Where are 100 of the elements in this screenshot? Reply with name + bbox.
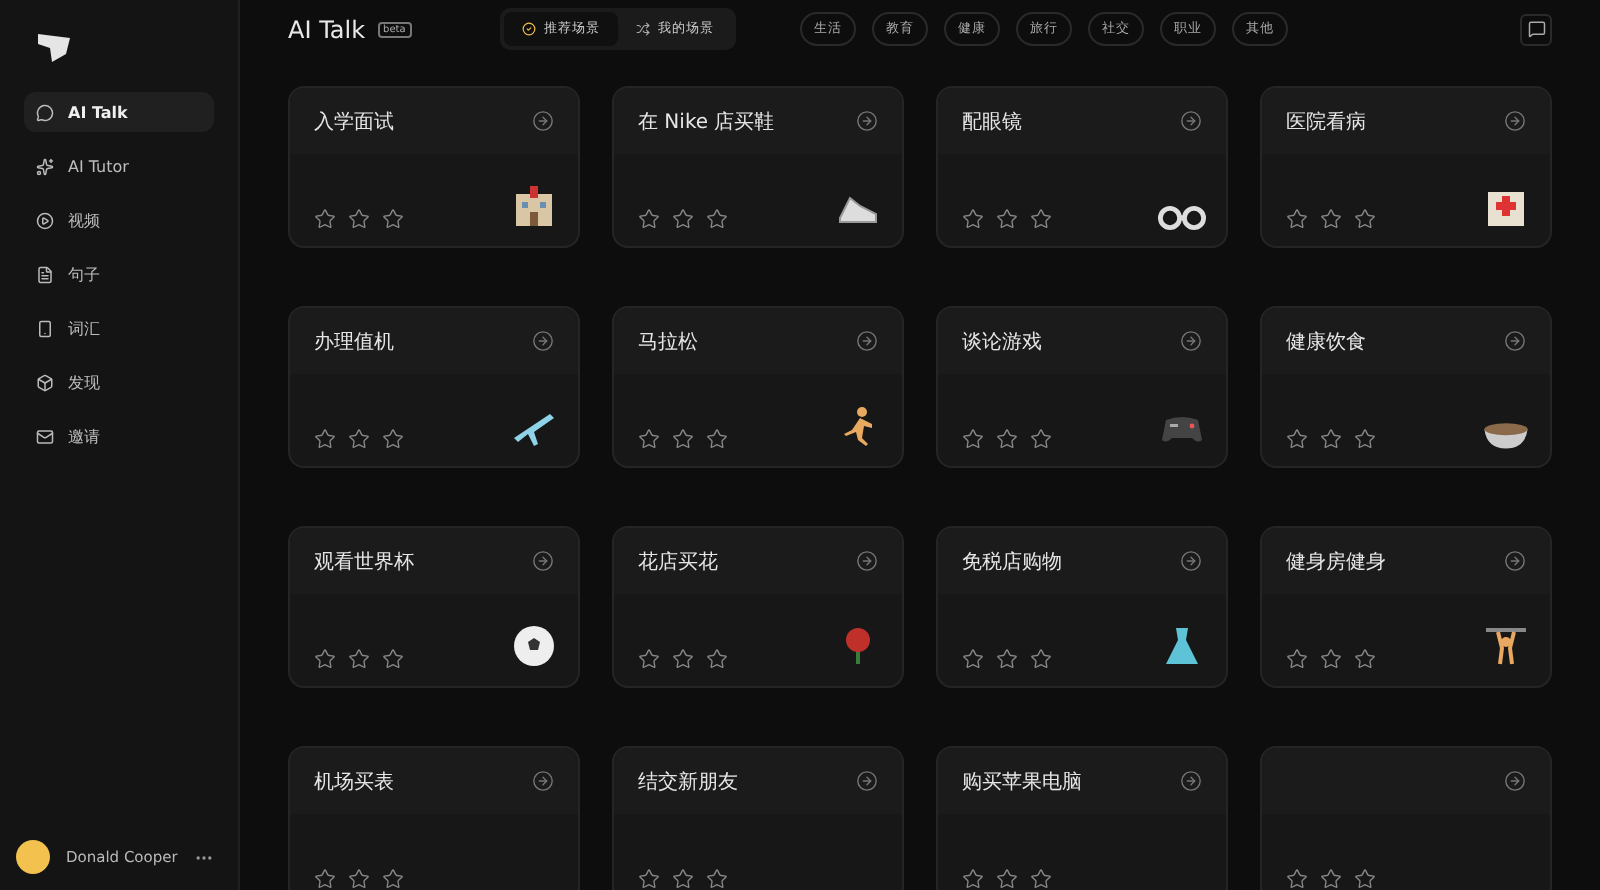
card-title: 健身房健身 bbox=[1286, 549, 1386, 575]
phone-icon bbox=[36, 319, 54, 337]
star-icon bbox=[638, 208, 660, 230]
scene-card[interactable]: 配眼镜 bbox=[936, 86, 1228, 248]
glasses-icon bbox=[1158, 206, 1206, 230]
document-icon bbox=[36, 265, 54, 283]
star-icon bbox=[348, 208, 370, 230]
sidebar-item[interactable]: 发现 bbox=[24, 362, 214, 402]
card-title: 健康饮食 bbox=[1286, 329, 1366, 355]
card-title: 配眼镜 bbox=[962, 109, 1022, 135]
weightlifter-icon bbox=[1482, 622, 1530, 670]
star-icon bbox=[996, 208, 1018, 230]
scene-card[interactable]: 机场买表 bbox=[288, 746, 580, 890]
star-icon bbox=[314, 428, 336, 450]
star-icon bbox=[1320, 208, 1342, 230]
star-icon bbox=[1320, 428, 1342, 450]
star-icon bbox=[1030, 868, 1052, 890]
star-icon bbox=[348, 428, 370, 450]
card-title: 医院看病 bbox=[1286, 109, 1366, 135]
check-icon bbox=[521, 22, 536, 36]
play-icon bbox=[36, 211, 54, 229]
sidebar-item[interactable]: 视频 bbox=[24, 200, 214, 240]
card-title: 购买苹果电脑 bbox=[962, 769, 1082, 795]
card-title: 马拉松 bbox=[638, 329, 698, 355]
feedback-button[interactable] bbox=[1520, 13, 1552, 45]
scene-card[interactable]: 购买苹果电脑 bbox=[936, 746, 1228, 890]
card-title: 办理值机 bbox=[314, 329, 394, 355]
star-icon bbox=[706, 648, 728, 670]
scene-card[interactable]: 办理值机 bbox=[288, 306, 580, 468]
star-icon bbox=[962, 208, 984, 230]
avatar[interactable] bbox=[16, 840, 50, 874]
star-icon bbox=[1354, 868, 1376, 890]
star-icon bbox=[348, 868, 370, 890]
scene-card[interactable]: 马拉松 bbox=[612, 306, 904, 468]
star-icon bbox=[1286, 428, 1308, 450]
scene-card[interactable]: 医院看病 bbox=[1260, 86, 1552, 248]
soccer-ball-icon bbox=[510, 622, 558, 670]
scene-card[interactable]: 观看世界杯 bbox=[288, 526, 580, 688]
sidebar-item[interactable]: 邀请 bbox=[24, 416, 214, 456]
star-icon bbox=[1320, 648, 1342, 670]
star-icon bbox=[672, 868, 694, 890]
sparkle-icon bbox=[36, 157, 54, 175]
card-title: 结交新朋友 bbox=[638, 769, 738, 795]
logo-icon bbox=[36, 32, 72, 64]
star-icon bbox=[314, 868, 336, 890]
star-icon bbox=[962, 428, 984, 450]
star-icon bbox=[638, 648, 660, 670]
star-icon bbox=[706, 868, 728, 890]
card-title: 在 Nike 店买鞋 bbox=[638, 109, 775, 135]
page-title: AI Talk bbox=[288, 15, 366, 43]
sidebar-item[interactable]: 词汇 bbox=[24, 308, 214, 348]
star-icon bbox=[672, 208, 694, 230]
star-icon bbox=[672, 648, 694, 670]
star-icon bbox=[314, 648, 336, 670]
star-icon bbox=[1030, 428, 1052, 450]
star-icon bbox=[1030, 648, 1052, 670]
card-title: 免税店购物 bbox=[962, 549, 1062, 575]
scene-card[interactable]: 免税店购物 bbox=[936, 526, 1228, 688]
scene-card[interactable]: 结交新朋友 bbox=[612, 746, 904, 890]
scene-card[interactable]: 谈论游戏 bbox=[936, 306, 1228, 468]
star-icon bbox=[382, 868, 404, 890]
sidebar-item[interactable]: AI Talk bbox=[24, 92, 214, 132]
scene-card[interactable]: 健康饮食 bbox=[1260, 306, 1552, 468]
star-icon bbox=[996, 428, 1018, 450]
star-icon bbox=[672, 428, 694, 450]
star-icon bbox=[314, 208, 336, 230]
star-icon bbox=[706, 428, 728, 450]
card-title: 入学面试 bbox=[314, 109, 394, 135]
cube-icon bbox=[36, 373, 54, 391]
star-icon bbox=[638, 428, 660, 450]
scene-card[interactable]: 花店买花 bbox=[612, 526, 904, 688]
message-icon bbox=[1527, 20, 1545, 38]
star-icon bbox=[1030, 208, 1052, 230]
star-icon bbox=[706, 208, 728, 230]
star-icon bbox=[996, 868, 1018, 890]
scene-card[interactable]: 健身房健身 bbox=[1260, 526, 1552, 688]
star-icon bbox=[1354, 208, 1376, 230]
star-icon bbox=[1354, 648, 1376, 670]
card-title: 观看世界杯 bbox=[314, 549, 414, 575]
star-icon bbox=[962, 648, 984, 670]
sidebar-item[interactable]: 句子 bbox=[24, 254, 214, 294]
star-icon bbox=[1354, 428, 1376, 450]
card-title: 谈论游戏 bbox=[962, 329, 1042, 355]
star-icon bbox=[962, 868, 984, 890]
star-icon bbox=[382, 208, 404, 230]
star-icon bbox=[348, 648, 370, 670]
star-icon bbox=[1286, 648, 1308, 670]
star-icon bbox=[1320, 868, 1342, 890]
sidebar-item[interactable]: AI Tutor bbox=[24, 146, 214, 186]
mail-icon bbox=[36, 427, 54, 445]
chat-icon bbox=[36, 103, 54, 121]
shuffle-icon bbox=[635, 22, 650, 36]
star-icon bbox=[996, 648, 1018, 670]
star-icon bbox=[638, 868, 660, 890]
scene-card[interactable]: 入学面试 bbox=[288, 86, 580, 248]
star-icon bbox=[1286, 208, 1308, 230]
card-title: 花店买花 bbox=[638, 549, 718, 575]
scene-card[interactable]: 在 Nike 店买鞋 bbox=[612, 86, 904, 248]
star-icon bbox=[1286, 868, 1308, 890]
building-icon bbox=[510, 182, 558, 230]
